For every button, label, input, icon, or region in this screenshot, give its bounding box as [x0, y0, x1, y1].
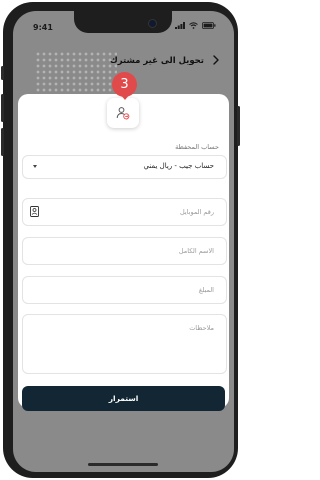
- wallet-account-label: حساب المحفظة: [175, 143, 219, 151]
- contact-book-icon[interactable]: [30, 206, 39, 217]
- transfer-user-icon: [116, 107, 130, 120]
- step-badge-pointer: [120, 94, 130, 100]
- wifi-icon: [189, 22, 198, 29]
- amount-field[interactable]: المبلغ: [22, 276, 227, 304]
- status-time: 9:41: [33, 23, 53, 32]
- chevron-down-icon: [33, 165, 37, 168]
- wallet-account-select[interactable]: حساب جيب - ريال يمني: [22, 155, 227, 179]
- header-pattern: [35, 51, 117, 95]
- back-arrow-icon[interactable]: [210, 54, 222, 66]
- transfer-user-icon-box: [107, 98, 139, 128]
- mobile-number-placeholder: رقم الموبايل: [179, 208, 214, 216]
- power-button: [237, 106, 240, 146]
- home-indicator: [88, 463, 158, 466]
- full-name-placeholder: الاسم الكامل: [178, 247, 214, 255]
- continue-button[interactable]: استمرار: [22, 386, 225, 411]
- notes-placeholder: ملاحظات: [189, 324, 214, 332]
- wallet-account-value: حساب جيب - ريال يمني: [143, 162, 214, 170]
- notes-field[interactable]: ملاحظات: [22, 314, 227, 374]
- screen: 9:41 تحويل الى غير مشترك 3 حساب المحفظة …: [13, 11, 234, 472]
- status-icons: [175, 22, 216, 29]
- amount-placeholder: المبلغ: [198, 286, 214, 294]
- signal-icon: [175, 22, 185, 29]
- volume-up-button: [1, 94, 4, 122]
- full-name-field[interactable]: الاسم الكامل: [22, 237, 227, 265]
- page-title: تحويل الى غير مشترك: [109, 56, 204, 66]
- mobile-number-field[interactable]: رقم الموبايل: [22, 198, 227, 226]
- notch: [74, 11, 172, 33]
- phone-frame: 9:41 تحويل الى غير مشترك 3 حساب المحفظة …: [1, 2, 240, 478]
- volume-down-button: [1, 128, 4, 156]
- battery-icon: [202, 22, 216, 29]
- transfer-form-card: حساب المحفظة حساب جيب - ريال يمني رقم ال…: [18, 94, 229, 411]
- camera: [148, 19, 157, 28]
- mute-switch: [1, 66, 4, 80]
